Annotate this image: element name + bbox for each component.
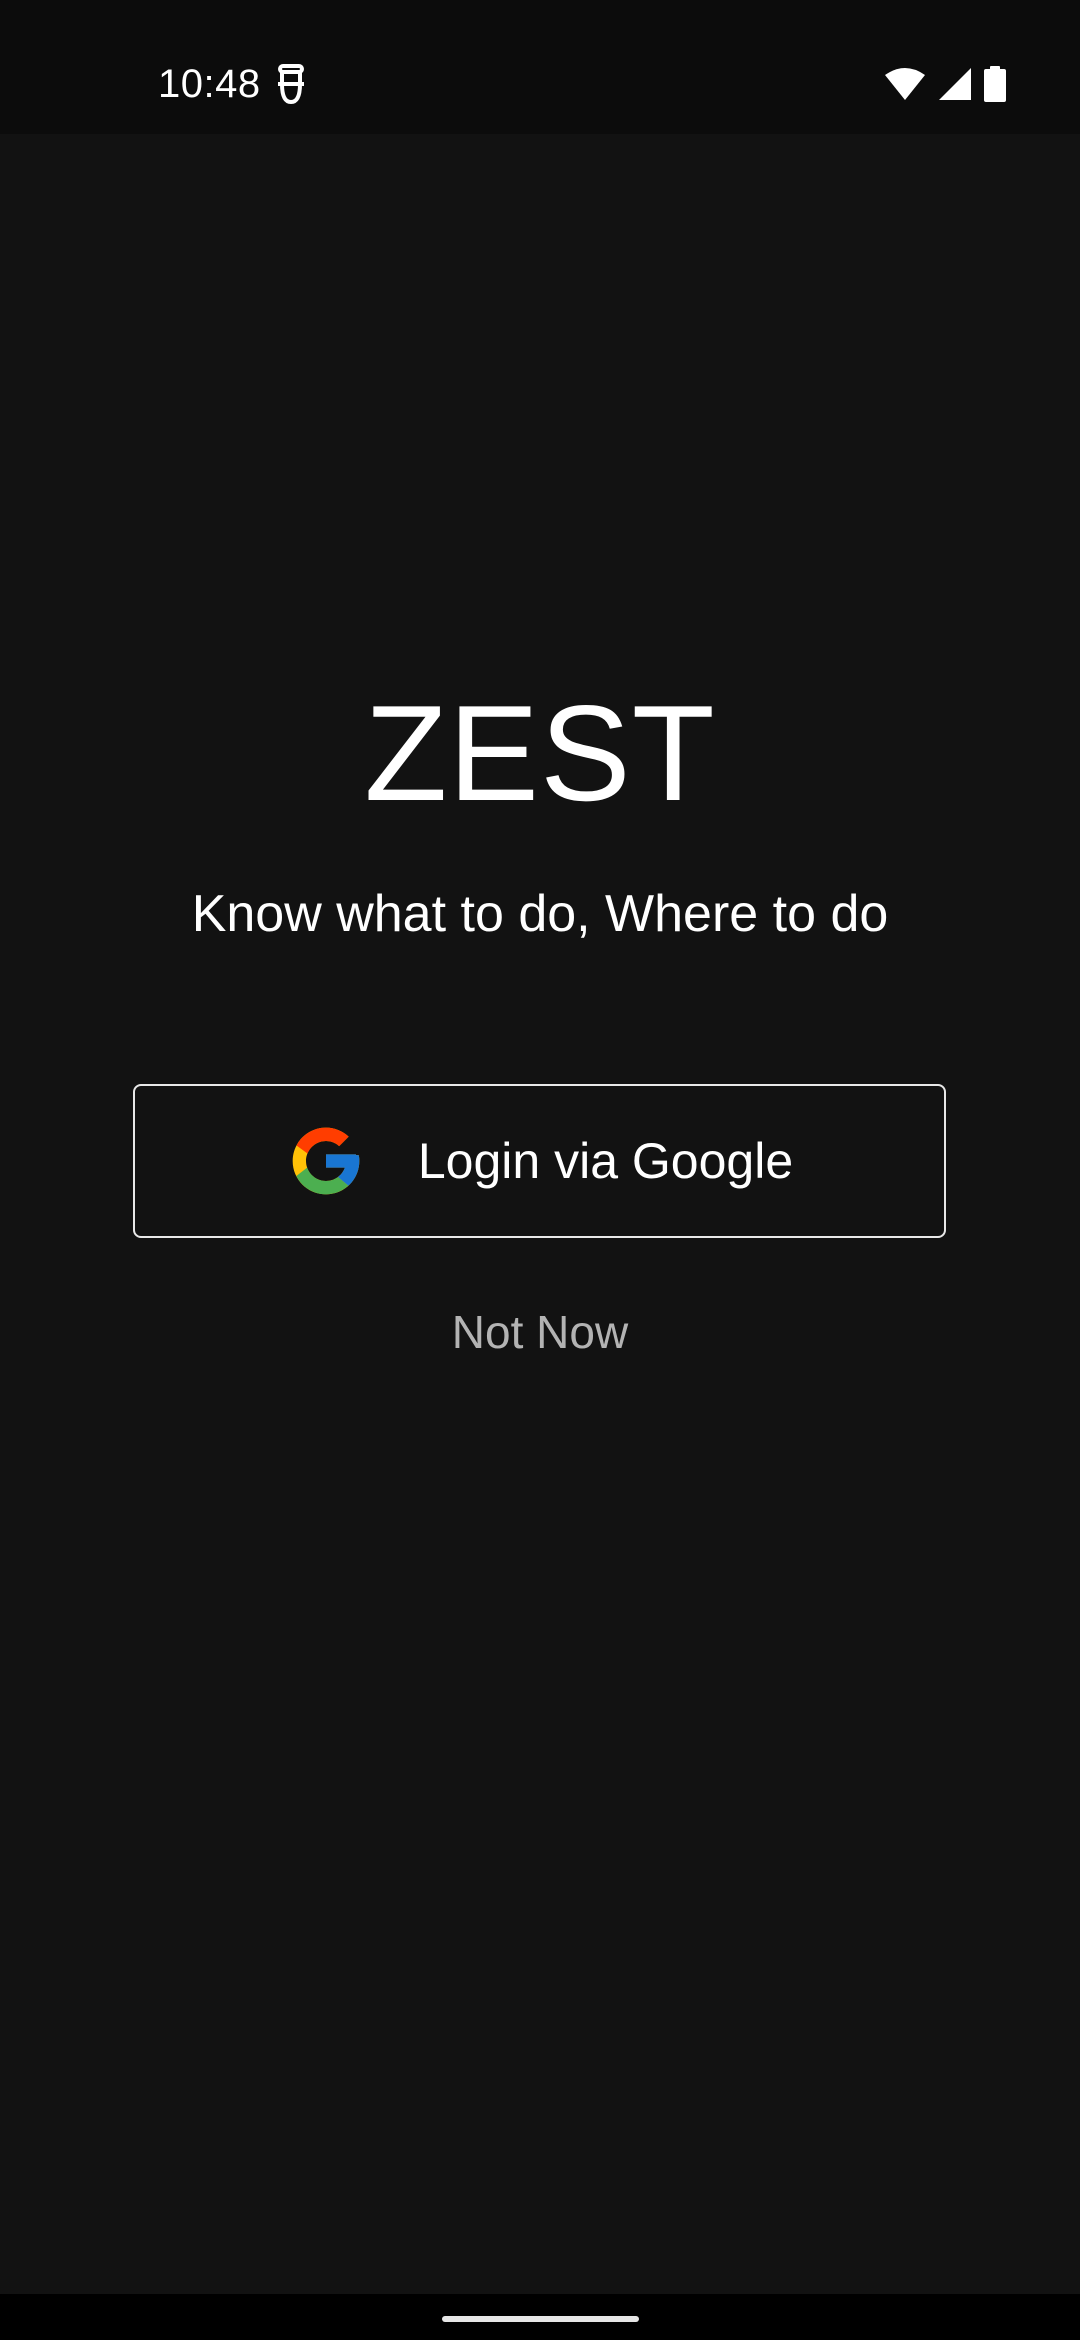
app-notification-icon (278, 64, 304, 105)
battery-icon (984, 66, 1006, 102)
google-icon (292, 1127, 360, 1195)
wifi-icon (885, 68, 925, 100)
status-time: 10:48 (158, 62, 261, 106)
status-bar: 10:48 (0, 0, 1080, 134)
login-google-label: Login via Google (417, 1133, 794, 1189)
app-title: ZEST (364, 677, 716, 829)
login-google-button[interactable]: Login via Google (133, 1084, 946, 1238)
status-icons (884, 64, 1006, 104)
login-screen: 10:48 ZEST Know what to do, Where to do (0, 0, 1080, 2340)
cellular-signal-icon (939, 68, 971, 100)
app-tagline: Know what to do, Where to do (191, 885, 889, 943)
home-gesture-handle[interactable] (442, 2316, 639, 2322)
not-now-button[interactable]: Not Now (0, 1302, 1080, 1362)
